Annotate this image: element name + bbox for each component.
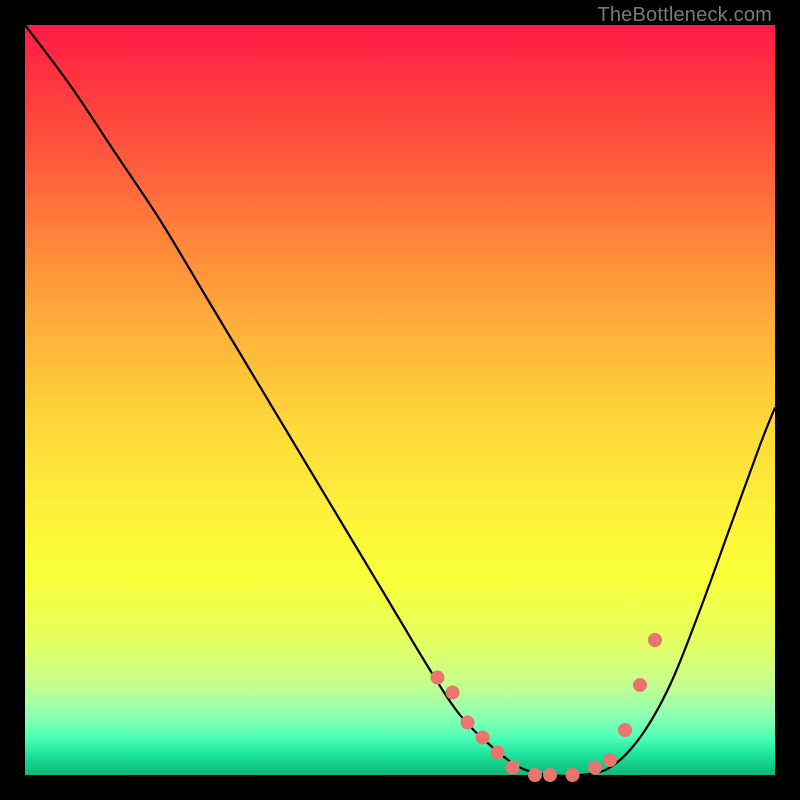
- sample-points-group: [431, 633, 663, 782]
- attribution-text: TheBottleneck.com: [597, 4, 772, 27]
- sample-point: [446, 686, 460, 700]
- sample-point: [566, 768, 580, 782]
- sample-point: [648, 633, 662, 647]
- sample-point: [588, 761, 602, 775]
- sample-point: [461, 716, 475, 730]
- chart-svg: [25, 25, 775, 775]
- sample-point: [491, 746, 505, 760]
- sample-point: [603, 753, 617, 767]
- sample-point: [543, 768, 557, 782]
- sample-point: [506, 761, 520, 775]
- sample-point: [431, 671, 445, 685]
- sample-point: [618, 723, 632, 737]
- sample-point: [528, 768, 542, 782]
- sample-point: [633, 678, 647, 692]
- bottleneck-curve: [25, 25, 775, 776]
- sample-point: [476, 731, 490, 745]
